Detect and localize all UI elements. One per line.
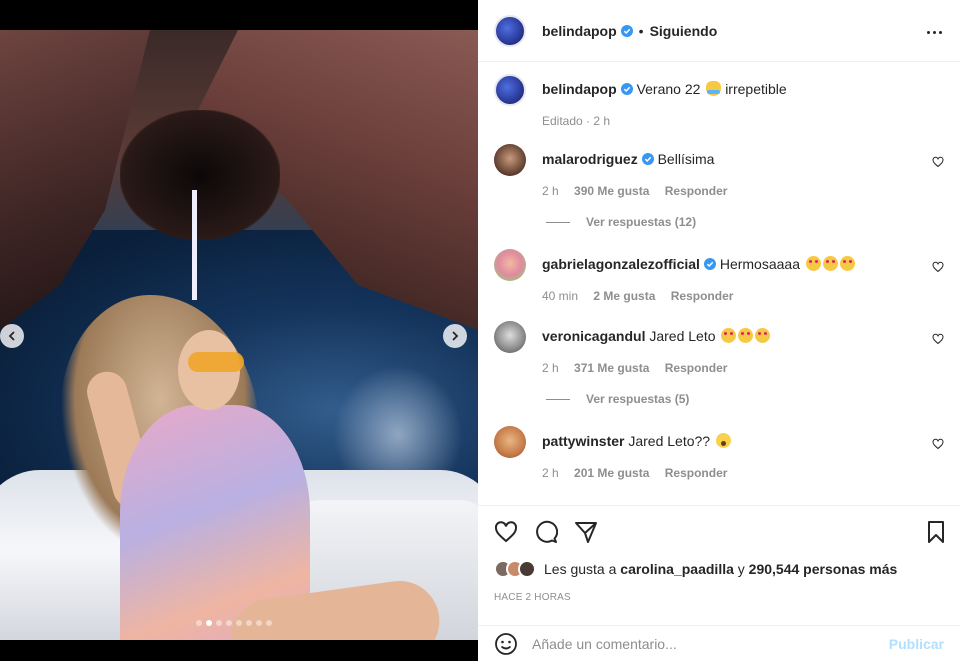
caption-username[interactable]: belindapop xyxy=(542,81,617,97)
chevron-right-icon xyxy=(452,331,459,341)
commenter-username[interactable]: veronicagandul xyxy=(542,328,645,344)
carousel-dots xyxy=(196,620,272,626)
publish-button[interactable]: Publicar xyxy=(889,636,944,652)
likes-joiner: y xyxy=(737,561,745,577)
heart-eyes-emoji-icon xyxy=(721,328,737,343)
more-options-icon[interactable] xyxy=(924,22,944,42)
comment-text: Jared Leto?? xyxy=(628,433,711,449)
liker-avatar xyxy=(518,560,536,578)
verified-badge-icon xyxy=(620,83,633,95)
commenter-username[interactable]: malarodriguez xyxy=(542,151,638,167)
comment-text: Bellísima xyxy=(657,151,715,167)
author-avatar[interactable] xyxy=(494,14,526,47)
emoji-smiley-icon[interactable] xyxy=(494,632,518,656)
following-button[interactable]: Siguiendo xyxy=(650,23,718,39)
heart-eyes-emoji-icon xyxy=(822,256,838,271)
like-heart-icon[interactable] xyxy=(494,520,518,544)
carousel-dot xyxy=(256,620,262,626)
commenter-avatar[interactable] xyxy=(494,249,526,281)
reply-button[interactable]: Responder xyxy=(665,361,728,375)
likes-summary: Les gusta a carolina_paadilla y 290,544 … xyxy=(494,560,897,578)
comment-likes[interactable]: 201 Me gusta xyxy=(574,466,649,480)
media-bottom-letterbox xyxy=(0,640,478,661)
post-time-ago[interactable]: HACE 2 HORAS xyxy=(494,592,571,603)
post-photo xyxy=(0,30,478,640)
comment-likes[interactable]: 2 Me gusta xyxy=(593,289,655,303)
likes-user-link[interactable]: carolina_paadilla xyxy=(620,561,734,577)
comment-time: 40 min xyxy=(542,289,579,303)
carousel-dot xyxy=(206,620,212,626)
comment-time: 2 h xyxy=(542,184,559,198)
carousel-dot xyxy=(216,620,222,626)
comment-text: Hermosaaaa xyxy=(719,256,800,272)
photo-mast xyxy=(192,190,197,300)
share-paper-plane-icon[interactable] xyxy=(574,520,598,544)
carousel-dot xyxy=(196,620,202,626)
carousel-dot xyxy=(246,620,252,626)
post-panel: belindapop • Siguiendo belindapop Verano… xyxy=(478,0,960,661)
view-replies-label: Ver respuestas (12) xyxy=(586,215,697,229)
likes-prefix: Les gusta a xyxy=(544,561,617,577)
like-comment-heart-icon[interactable] xyxy=(932,438,944,450)
save-bookmark-icon[interactable] xyxy=(924,520,948,544)
commenter-avatar[interactable] xyxy=(494,426,526,458)
caption-text-after: irrepetible xyxy=(725,81,787,97)
verified-badge-icon xyxy=(620,24,633,37)
post-header: belindapop • Siguiendo xyxy=(478,0,960,62)
view-replies-button[interactable]: Ver respuestas (5) xyxy=(546,392,689,406)
verified-badge-icon xyxy=(703,258,716,270)
caption-avatar[interactable] xyxy=(494,74,526,106)
comments-list[interactable]: belindapop Verano 22 irrepetible Editado… xyxy=(478,62,960,505)
commenter-username[interactable]: pattywinster xyxy=(542,433,624,449)
caption-meta: Editado · 2 h xyxy=(542,114,611,128)
view-replies-button[interactable]: Ver respuestas (12) xyxy=(546,215,696,229)
comment-likes[interactable]: 390 Me gusta xyxy=(574,184,649,198)
reply-button[interactable]: Responder xyxy=(671,289,734,303)
heart-eyes-emoji-icon xyxy=(738,328,754,343)
reply-button[interactable]: Responder xyxy=(665,184,728,198)
photo-person-sunglasses xyxy=(188,352,244,372)
header-separator: • xyxy=(638,22,644,39)
heart-eyes-emoji-icon xyxy=(805,256,821,271)
comment-row: malarodriguez Bellísima 2 h 390 Me gusta… xyxy=(494,144,960,200)
post-actions: Les gusta a carolina_paadilla y 290,544 … xyxy=(478,505,960,625)
comment-time: 2 h xyxy=(542,361,559,375)
comment-text: Jared Leto xyxy=(649,328,716,344)
next-slide-button[interactable] xyxy=(443,324,467,348)
comment-bubble-icon[interactable] xyxy=(534,520,558,544)
scream-emoji-icon xyxy=(715,433,731,448)
photo-cave xyxy=(120,110,280,240)
like-comment-heart-icon[interactable] xyxy=(932,333,944,345)
caption-text: Verano 22 xyxy=(636,81,701,97)
chevron-left-icon xyxy=(8,331,15,341)
carousel-dot xyxy=(266,620,272,626)
comment-row: veronicagandul Jared Leto 2 h 371 Me gus… xyxy=(494,321,960,377)
author-username[interactable]: belindapop xyxy=(542,23,617,39)
hug-emoji-icon xyxy=(706,81,722,96)
comment-row: gabrielagonzalezofficial Hermosaaaa 40 m… xyxy=(494,249,960,305)
verified-badge-icon xyxy=(641,153,654,165)
comment-row: pattywinster Jared Leto?? 2 h 201 Me gus… xyxy=(494,426,960,482)
comment-input[interactable] xyxy=(532,635,889,652)
likes-count-link[interactable]: 290,544 personas más xyxy=(749,561,898,577)
heart-eyes-emoji-icon xyxy=(839,256,855,271)
like-comment-heart-icon[interactable] xyxy=(932,261,944,273)
add-comment-bar: Publicar xyxy=(478,625,960,661)
previous-slide-button[interactable] xyxy=(0,324,24,348)
media-top-letterbox xyxy=(0,0,478,30)
heart-eyes-emoji-icon xyxy=(755,328,771,343)
commenter-avatar[interactable] xyxy=(494,144,526,176)
comment-time: 2 h xyxy=(542,466,559,480)
comment-likes[interactable]: 371 Me gusta xyxy=(574,361,649,375)
commenter-username[interactable]: gabrielagonzalezofficial xyxy=(542,256,700,272)
view-replies-label: Ver respuestas (5) xyxy=(586,392,690,406)
carousel-dot xyxy=(236,620,242,626)
reply-button[interactable]: Responder xyxy=(665,466,728,480)
carousel-dot xyxy=(226,620,232,626)
commenter-avatar[interactable] xyxy=(494,321,526,353)
like-comment-heart-icon[interactable] xyxy=(932,156,944,168)
post-media xyxy=(0,0,478,661)
caption-row: belindapop Verano 22 irrepetible Editado… xyxy=(494,74,960,130)
